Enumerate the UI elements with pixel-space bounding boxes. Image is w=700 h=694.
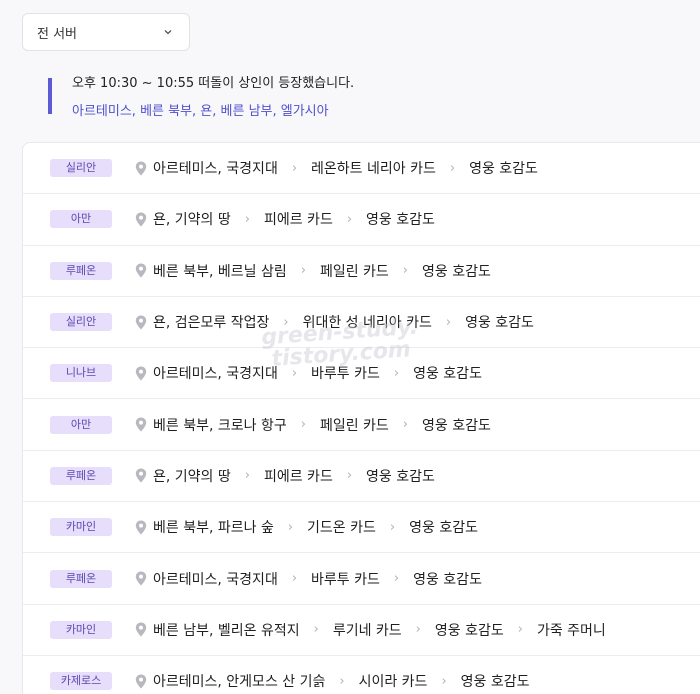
map-pin-icon	[135, 520, 147, 535]
merchant-item: 영웅 호감도	[465, 315, 534, 332]
chevron-right-icon: ›	[244, 211, 250, 227]
map-pin-icon	[135, 674, 147, 689]
merchant-location: 베른 북부, 베르닐 삼림	[153, 263, 287, 280]
notice-locations[interactable]: 아르테미스, 베른 북부, 욘, 베른 남부, 엘가시아	[72, 104, 354, 120]
merchant-item: 영웅 호감도	[366, 468, 435, 485]
server-badge: 카마인	[50, 518, 112, 537]
merchant-row[interactable]: 루페온 베른 북부, 베르닐 삼림 › 페일린 카드 › 영웅 호감도	[23, 246, 700, 297]
merchant-item: 바루투 카드	[311, 571, 380, 588]
merchant-item: 피에르 카드	[263, 212, 333, 229]
chevron-right-icon: ›	[283, 314, 289, 330]
merchant-item: 영웅 호감도	[434, 622, 504, 639]
chevron-right-icon: ›	[517, 622, 523, 638]
chevron-right-icon: ›	[346, 468, 353, 484]
merchant-item: 페일린 카드	[319, 263, 389, 280]
merchant-location: 베른 남부, 벨리온 유적지	[153, 622, 300, 639]
server-badge: 카마인	[50, 620, 112, 639]
chevron-down-icon	[161, 25, 175, 39]
server-badge: 아만	[50, 210, 112, 229]
chevron-right-icon: ›	[291, 571, 298, 587]
merchant-item: 영웅 호감도	[460, 674, 530, 691]
chevron-right-icon: ›	[449, 160, 456, 176]
chevron-right-icon: ›	[415, 622, 421, 638]
merchant-row[interactable]: 카마인 베른 북부, 파르나 숲 › 기드온 카드 › 영웅 호감도	[23, 502, 700, 554]
server-badge: 루페온	[50, 261, 112, 280]
merchant-list: 실리안 아르테미스, 국경지대 › 레온하트 네리아 카드 › 영웅 호감도 아만 욘, 기약…	[22, 142, 700, 694]
chevron-right-icon: ›	[291, 365, 298, 381]
merchant-row[interactable]: 루페온 욘, 기약의 땅 › 피에르 카드 › 영웅 호감도	[23, 451, 700, 503]
merchant-row[interactable]: 카마인 베른 남부, 벨리온 유적지 › 루기네 카드 › 영웅 호감도 › 가죽 주머니	[23, 605, 700, 656]
merchant-item: 레온하트 네리아 카드	[311, 161, 436, 178]
map-pin-icon	[135, 468, 147, 483]
server-badge: 실리안	[50, 313, 112, 332]
merchant-location: 욘, 기약의 땅	[153, 468, 231, 485]
merchant-row[interactable]: 실리안 아르테미스, 국경지대 › 레온하트 네리아 카드 › 영웅 호감도	[23, 143, 700, 195]
merchant-item: 페일린 카드	[319, 417, 389, 434]
merchant-row[interactable]: 아만 욘, 기약의 땅 › 피에르 카드 › 영웅 호감도	[23, 194, 700, 246]
chevron-right-icon: ›	[441, 673, 447, 689]
notice-text: 오후 10:30 ~ 10:55 떠돌이 상인이 등장했습니다.	[72, 76, 355, 91]
chevron-right-icon: ›	[346, 211, 353, 227]
chevron-right-icon: ›	[445, 314, 452, 330]
server-badge: 루페온	[50, 466, 112, 485]
server-badge: 카제로스	[50, 672, 112, 691]
chevron-right-icon: ›	[402, 417, 408, 433]
chevron-right-icon: ›	[300, 263, 306, 279]
merchant-location: 아르테미스, 국경지대	[153, 161, 278, 178]
chevron-right-icon: ›	[244, 468, 250, 484]
merchant-item: 영웅 호감도	[409, 520, 478, 537]
chevron-right-icon: ›	[313, 622, 319, 638]
server-badge: 아만	[50, 415, 112, 434]
merchant-location: 욘, 기약의 땅	[153, 212, 231, 229]
map-pin-icon	[135, 571, 147, 586]
server-select[interactable]: 전 서버	[22, 13, 190, 51]
merchant-page: 전 서버 오후 10:30 ~ 10:55 떠돌이 상인이 등장했습니다. 아르…	[0, 0, 700, 694]
merchant-item: 영웅 호감도	[366, 212, 435, 229]
chevron-right-icon: ›	[291, 160, 298, 176]
merchant-row[interactable]: 루페온 아르테미스, 국경지대 › 바루투 카드 › 영웅 호감도	[23, 553, 700, 605]
map-pin-icon	[135, 366, 147, 381]
map-pin-icon	[135, 315, 147, 330]
merchant-item: 영웅 호감도	[413, 571, 482, 588]
merchant-item: 영웅 호감도	[413, 366, 482, 383]
map-pin-icon	[135, 263, 147, 278]
server-badge: 루페온	[50, 569, 112, 588]
merchant-item: 기드온 카드	[307, 520, 376, 537]
merchant-location: 베른 북부, 파르나 숲	[153, 520, 274, 537]
merchant-location: 욘, 검은모루 작업장	[153, 315, 270, 332]
merchant-item: 피에르 카드	[263, 468, 333, 485]
chevron-right-icon: ›	[389, 519, 396, 535]
map-pin-icon	[135, 161, 147, 176]
chevron-right-icon: ›	[393, 365, 400, 381]
merchant-row[interactable]: 니나브 아르테미스, 국경지대 › 바루투 카드 › 영웅 호감도	[23, 348, 700, 400]
merchant-item: 가죽 주머니	[536, 622, 606, 639]
merchant-row[interactable]: 실리안 욘, 검은모루 작업장 › 위대한 성 네리아 카드 › 영웅 호감도	[23, 297, 700, 349]
merchant-location: 베른 북부, 크로나 항구	[153, 417, 287, 434]
server-badge: 실리안	[50, 159, 112, 178]
merchant-item: 영웅 호감도	[422, 417, 491, 434]
merchant-item: 위대한 성 네리아 카드	[302, 315, 432, 332]
merchant-row[interactable]: 아만 베른 북부, 크로나 항구 › 페일린 카드 › 영웅 호감도	[23, 399, 700, 451]
map-pin-icon	[135, 212, 147, 227]
merchant-item: 영웅 호감도	[422, 263, 491, 280]
merchant-notice: 오후 10:30 ~ 10:55 떠돌이 상인이 등장했습니다. 아르테미스, …	[48, 76, 355, 119]
map-pin-icon	[135, 417, 147, 432]
chevron-right-icon: ›	[393, 571, 400, 587]
server-badge: 니나브	[50, 364, 112, 383]
merchant-item: 루기네 카드	[332, 622, 402, 639]
server-select-label: 전 서버	[37, 26, 78, 42]
map-pin-icon	[135, 622, 147, 637]
merchant-item: 영웅 호감도	[469, 161, 538, 178]
chevron-right-icon: ›	[300, 417, 306, 433]
chevron-right-icon: ›	[287, 519, 294, 535]
merchant-row[interactable]: 카제로스 아르테미스, 안게모스 산 기슭 › 시이라 카드 › 영웅 호감도	[23, 656, 700, 694]
merchant-location: 아르테미스, 국경지대	[153, 571, 278, 588]
merchant-location: 아르테미스, 안게모스 산 기슭	[153, 674, 326, 691]
chevron-right-icon: ›	[402, 263, 408, 279]
merchant-item: 바루투 카드	[311, 366, 380, 383]
merchant-item: 시이라 카드	[358, 674, 428, 691]
chevron-right-icon: ›	[339, 673, 345, 689]
merchant-location: 아르테미스, 국경지대	[153, 366, 278, 383]
